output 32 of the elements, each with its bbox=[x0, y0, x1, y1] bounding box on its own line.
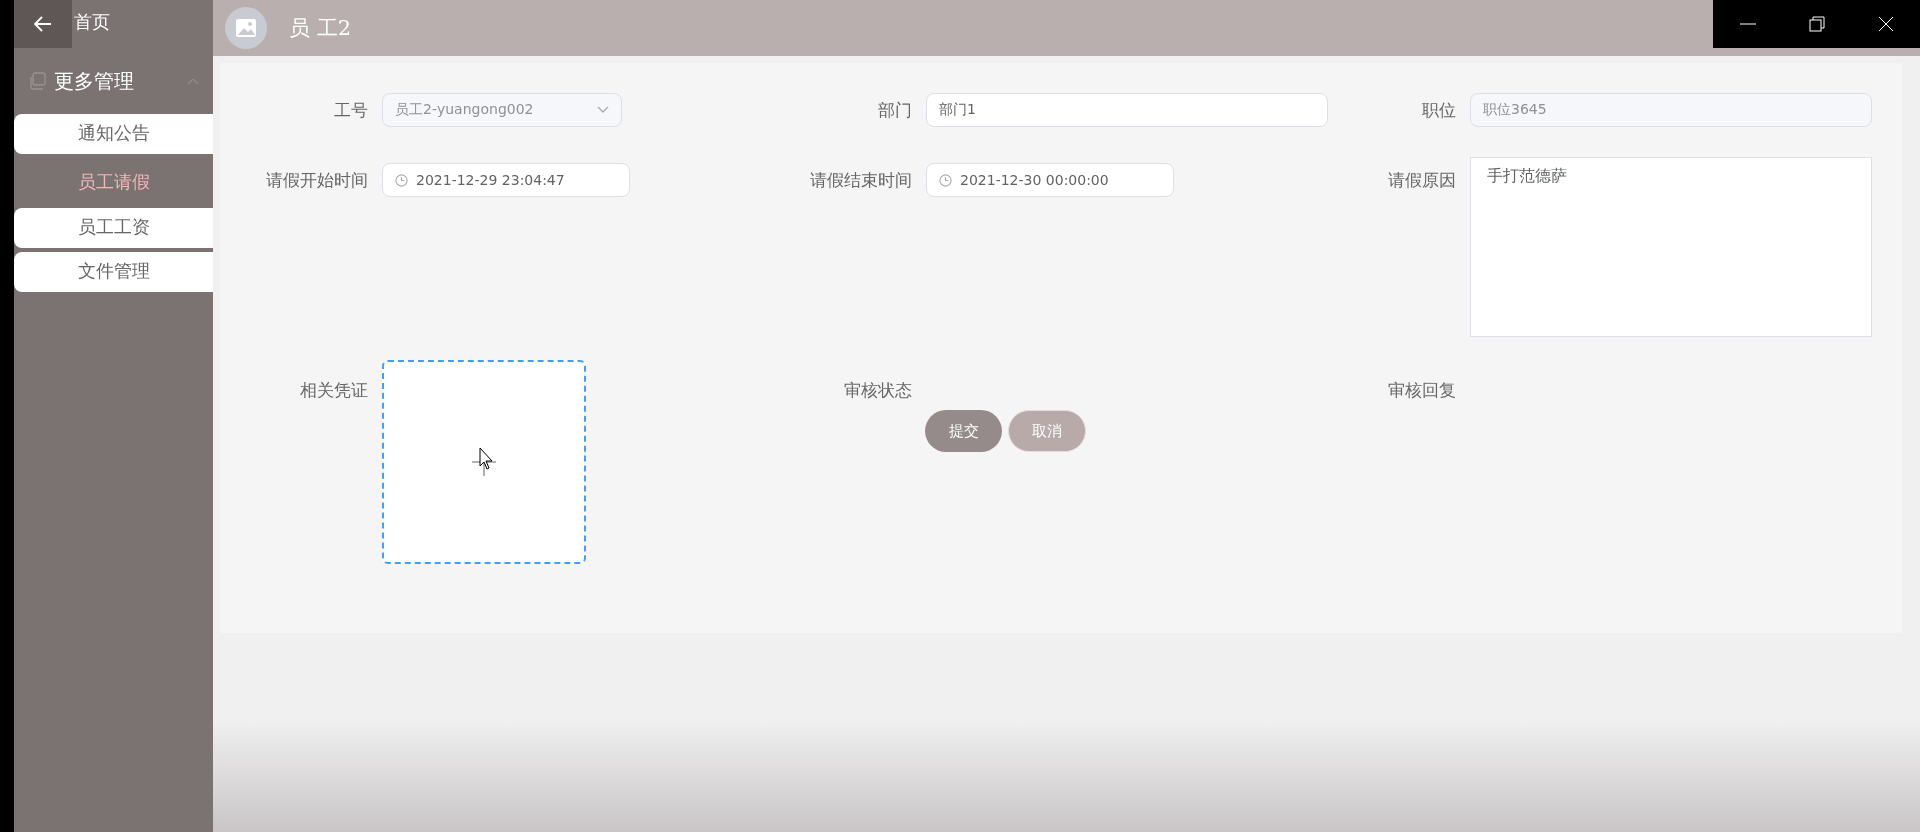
menu-group-title[interactable]: 更多管理 bbox=[54, 67, 179, 95]
clock-icon bbox=[395, 173, 408, 187]
field-label: 工号 bbox=[333, 99, 368, 122]
clock-icon bbox=[939, 173, 952, 187]
sidebar-item[interactable]: 通知公告 bbox=[14, 114, 213, 154]
field-label: 部门 bbox=[877, 99, 912, 122]
avatar-image-icon bbox=[225, 7, 267, 49]
date-field[interactable]: 2021-12-29 23:04:47 bbox=[382, 163, 630, 197]
field-label: 审核状态 bbox=[843, 379, 912, 402]
submit-button[interactable]: 提交 bbox=[925, 410, 1002, 452]
field-label: 请假原因 bbox=[1387, 169, 1456, 192]
sidebar-item[interactable]: 员工工资 bbox=[14, 208, 213, 248]
field-label: 相关凭证 bbox=[299, 379, 368, 402]
sidebar-item[interactable]: 文件管理 bbox=[14, 252, 213, 292]
cursor-icon bbox=[472, 448, 496, 476]
back-arrow-icon bbox=[34, 16, 52, 32]
reason-textarea[interactable]: 手打范德萨 bbox=[1470, 157, 1872, 337]
field-label: 请假结束时间 bbox=[809, 169, 912, 192]
date-field[interactable]: 2021-12-30 00:00:00 bbox=[926, 163, 1174, 197]
close-icon bbox=[1877, 16, 1894, 32]
upload-area[interactable] bbox=[382, 360, 586, 564]
back-button[interactable] bbox=[14, 0, 72, 48]
input-field[interactable]: 部门1 bbox=[926, 93, 1328, 127]
field-label: 审核回复 bbox=[1387, 379, 1456, 402]
restore-icon bbox=[1808, 16, 1825, 32]
chevron-down-icon bbox=[597, 106, 609, 114]
user-name: 员 工2 bbox=[289, 15, 352, 42]
home-link[interactable]: 首页 bbox=[74, 10, 110, 34]
copy-icon bbox=[28, 72, 46, 90]
minimize-icon bbox=[1739, 23, 1756, 25]
field-label: 请假开始时间 bbox=[265, 169, 368, 192]
field-label: 职位 bbox=[1421, 99, 1456, 122]
